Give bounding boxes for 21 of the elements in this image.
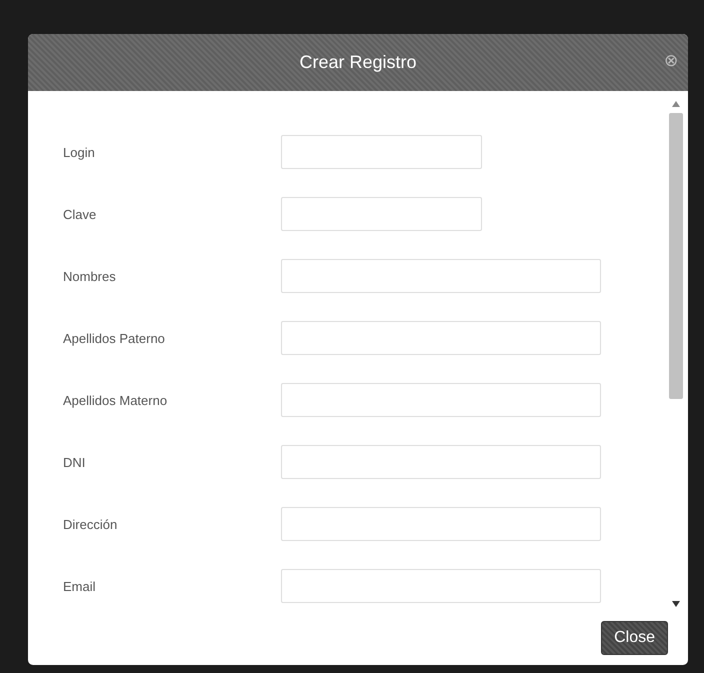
field-label: Apellidos Materno	[63, 392, 168, 408]
scroll-down-icon[interactable]	[672, 601, 680, 607]
input-field[interactable]	[281, 569, 601, 603]
field-label: Clave	[63, 206, 98, 222]
field-label: Apellidos Paterno	[63, 330, 166, 346]
input-field[interactable]	[281, 507, 601, 541]
input-field[interactable]	[281, 445, 601, 479]
field-label: Nombres	[63, 268, 117, 284]
field-label: Email	[63, 578, 97, 594]
input-field[interactable]	[281, 321, 601, 355]
field-label: Dirección	[63, 516, 118, 532]
field-label: DNI	[63, 454, 86, 470]
field-label: Login	[63, 144, 96, 160]
dialog-title: Crear Registro	[299, 52, 417, 73]
scroll-up-icon[interactable]	[672, 101, 680, 107]
input-field[interactable]	[281, 135, 482, 169]
close-button[interactable]: Close	[601, 621, 668, 655]
input-field[interactable]	[281, 383, 601, 417]
input-field[interactable]	[281, 259, 601, 293]
input-field[interactable]	[281, 197, 482, 231]
scrollbar-thumb[interactable]	[669, 113, 683, 399]
